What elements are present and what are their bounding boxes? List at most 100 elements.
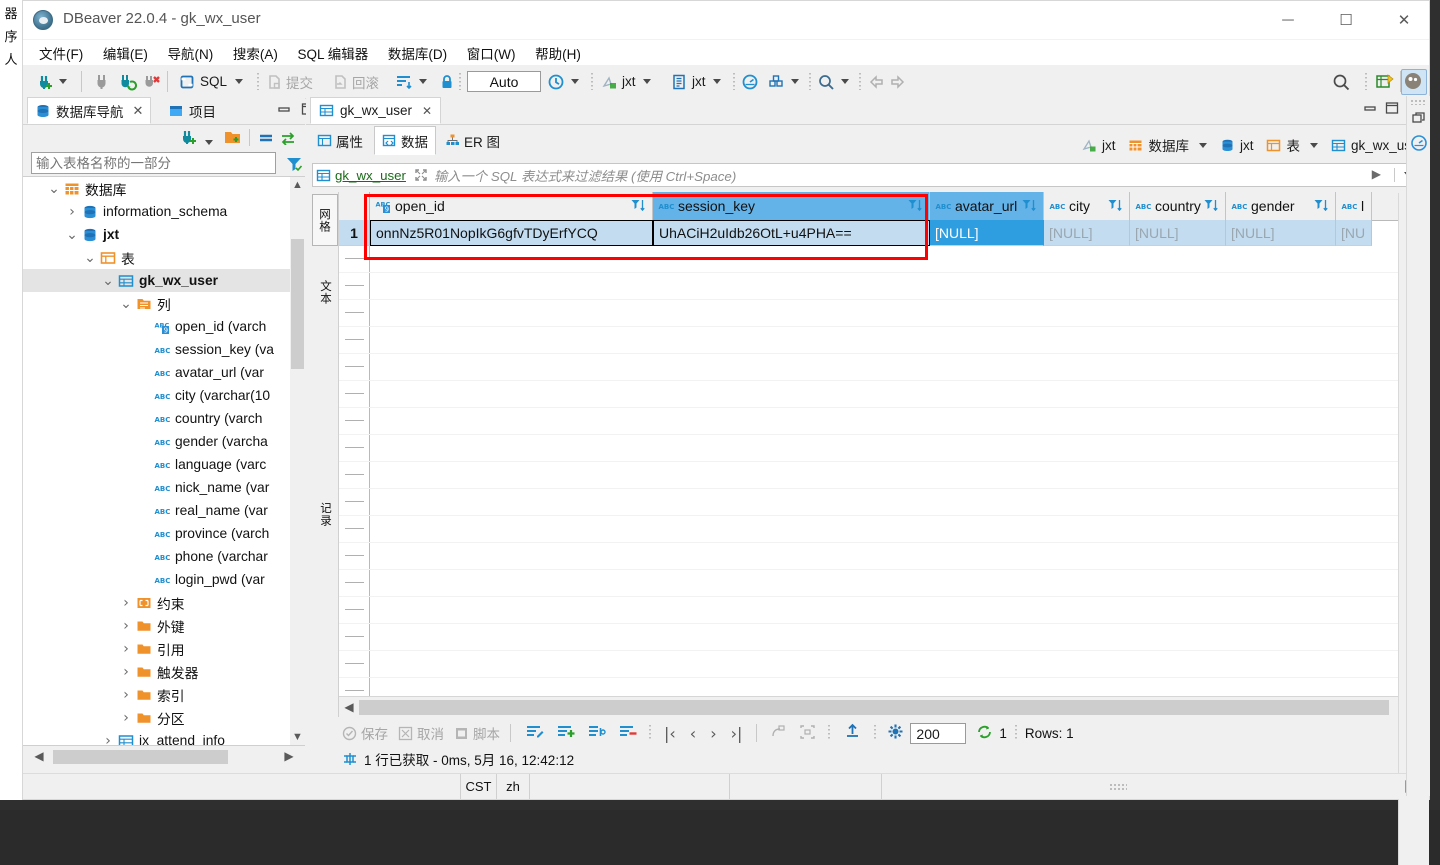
menu-sql-editor[interactable]: SQL 编辑器 [290,40,377,67]
row-number-cell[interactable]: 1 [339,220,370,246]
tree-node-约束[interactable]: › 约束 [23,591,305,614]
transaction-log-dropdown[interactable] [571,65,579,98]
filter-icon[interactable] [285,155,303,176]
delete-row-button[interactable] [618,724,637,743]
calc-button[interactable] [770,724,787,743]
prev-page-button[interactable]: ‹ [690,724,696,743]
export-button[interactable] [844,723,861,743]
breadcrumb-tables[interactable]: 表 [1286,135,1300,155]
tree-node-avatar_url-var[interactable]: ABC avatar_url (var [23,361,305,384]
chevron-right-icon[interactable]: › [119,618,133,634]
column-header-l[interactable]: ABC l [1336,192,1372,220]
transaction-mode-button[interactable] [395,65,413,98]
column-header-session_key[interactable]: ABC session_key [653,192,930,220]
fetch-config-button[interactable] [887,723,904,743]
tab-er-diagram[interactable]: ER 图 [438,126,507,155]
grid-horizontal-scrollbar[interactable]: ◀ ▶ [339,696,1420,717]
chevron-left-icon[interactable]: ◀ [341,699,357,715]
close-icon[interactable]: ✕ [422,104,432,118]
first-page-button[interactable]: |‹ [664,724,676,743]
tree-node-session_key-va[interactable]: ABC session_key (va [23,338,305,361]
editor-tab-gk-wx-user[interactable]: gk_wx_user ✕ [310,97,442,124]
menu-file[interactable]: 文件(F) [31,40,91,67]
menu-search[interactable]: 搜索(A) [225,40,286,67]
tree-node-引用[interactable]: › 引用 [23,637,305,660]
global-search-button[interactable] [1331,65,1351,98]
menu-navigate[interactable]: 导航(N) [160,40,222,67]
tree-node-real_name-var[interactable]: ABC real_name (var [23,499,305,522]
sort-filter-icon[interactable] [1108,198,1124,213]
navigator-horizontal-scrollbar[interactable]: ◀ ▶ [23,746,305,768]
tree-scroll-thumb[interactable] [291,239,304,369]
tree-node-language-varc[interactable]: ABC language (varc [23,453,305,476]
chevron-right-icon[interactable]: › [119,664,133,680]
commit-button[interactable]: 提交 [267,65,313,98]
edit-row-button[interactable] [525,724,544,743]
sql-editor-dropdown[interactable] [235,65,243,98]
active-database-selector[interactable]: jxt [671,65,706,98]
chevron-down-icon[interactable]: ⌄ [65,228,79,242]
cell-country[interactable]: [NULL] [1130,220,1226,246]
find-dropdown[interactable] [841,65,849,98]
play-icon[interactable]: ▶ [1372,167,1381,181]
presenter-grid[interactable]: 网格 [312,194,338,246]
grid-hscroll-thumb[interactable] [359,700,1389,715]
chevron-right-icon[interactable]: ▶ [281,748,297,764]
tree-node-gender-varcha[interactable]: ABC gender (varcha [23,430,305,453]
minimize-button[interactable]: — [1265,1,1311,39]
transaction-mode-dropdown[interactable] [419,65,427,98]
sort-filter-icon[interactable] [908,198,924,213]
tree-node-触发器[interactable]: › 触发器 [23,660,305,683]
tree-node-information_schema[interactable]: › information_schema [23,200,305,223]
sql-editor-button[interactable]: SQL [179,65,227,98]
menu-help[interactable]: 帮助(H) [527,40,589,67]
column-header-country[interactable]: ABC country [1130,192,1226,220]
tree-node-外键[interactable]: › 外键 [23,614,305,637]
cancel-button[interactable]: 取消 [398,723,444,743]
menu-edit[interactable]: 编辑(E) [95,40,156,67]
cell-gender[interactable]: [NULL] [1226,220,1336,246]
next-page-button[interactable]: › [710,724,716,743]
save-button[interactable]: 保存 [342,723,388,743]
tree-node-数据库[interactable]: ⌄ 数据库 [23,177,305,200]
menu-database[interactable]: 数据库(D) [380,40,455,67]
filter-table-name[interactable]: gk_wx_user [335,168,406,183]
tree-node-phone-varchar[interactable]: ABC phone (varchar [23,545,305,568]
menu-window[interactable]: 窗口(W) [459,40,524,67]
dashboard-icon[interactable] [1410,134,1428,155]
grid-corner-cell[interactable] [339,192,370,220]
column-header-avatar_url[interactable]: ABC avatar_url [930,192,1044,220]
cell-l[interactable]: [NU [1336,220,1372,246]
tree-node-country-varch[interactable]: ABC country (varch [23,407,305,430]
nav-new-connection-button[interactable] [180,128,199,150]
tree-node-login_pwd-var[interactable]: ABC login_pwd (var [23,568,305,591]
lock-button[interactable] [439,65,455,98]
active-connection-dropdown[interactable] [643,65,651,98]
chevron-right-icon[interactable]: › [119,710,133,726]
tab-data[interactable]: 数据 [374,126,436,155]
expand-icon[interactable] [414,168,428,182]
tree-node-nick_name-var[interactable]: ABC nick_name (var [23,476,305,499]
cell-city[interactable]: [NULL] [1044,220,1130,246]
tab-projects[interactable]: 项目 [161,97,223,124]
nav-new-folder-button[interactable] [223,128,242,150]
tree-node-jx_attend_info[interactable]: › jx_attend_info [23,729,305,745]
tree-node-province-varch[interactable]: ABC province (varch [23,522,305,545]
minimize-panel-button[interactable] [276,101,294,119]
dock-drag-dots[interactable] [1410,99,1426,105]
navigate-back-button[interactable] [867,65,885,98]
chevron-down-icon[interactable]: ▼ [291,731,304,745]
user-avatar-button[interactable] [1401,65,1427,98]
chevron-up-icon[interactable]: ▲ [291,179,304,193]
chevron-down-icon[interactable] [1198,142,1207,148]
maximize-button[interactable]: ☐ [1323,1,1369,39]
chevron-right-icon[interactable]: › [119,687,133,703]
presenter-text[interactable]: 文本 [312,270,338,314]
breadcrumb-databases[interactable]: 数据库 [1148,135,1189,155]
fit-button[interactable] [799,724,816,743]
table-row[interactable]: 1 onnNz5R01NopIkG6gfvTDyErfYCQ UhACiH2uIdb… [339,220,1420,246]
sort-filter-icon[interactable] [1314,198,1330,213]
close-icon[interactable]: ✕ [133,103,144,119]
close-button[interactable]: ✕ [1381,1,1427,39]
filter-expression-input[interactable]: 输入一个 SQL 表达式来过滤结果 (使用 Ctrl+Space) [434,166,736,185]
